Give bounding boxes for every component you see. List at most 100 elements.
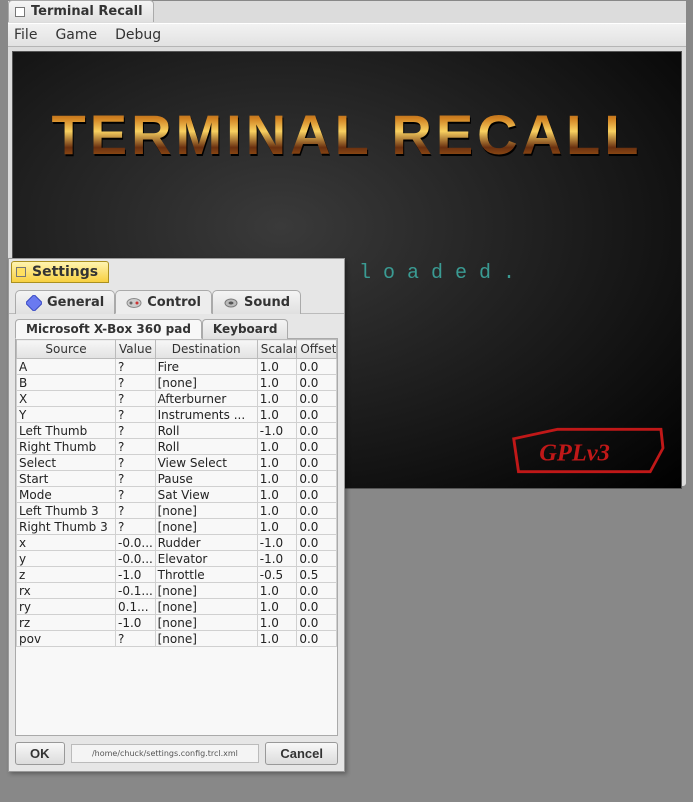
- cell-scalar[interactable]: 1.0: [257, 439, 297, 455]
- col-value[interactable]: Value: [116, 340, 156, 359]
- cell-destination[interactable]: [none]: [155, 375, 257, 391]
- cell-value[interactable]: ?: [116, 439, 156, 455]
- cell-source[interactable]: Select: [17, 455, 116, 471]
- table-row[interactable]: ry0.1...[none]1.00.0: [17, 599, 337, 615]
- col-scalar[interactable]: Scalar: [257, 340, 297, 359]
- cell-offset[interactable]: 0.0: [297, 487, 337, 503]
- cell-value[interactable]: ?: [116, 391, 156, 407]
- cell-offset[interactable]: 0.0: [297, 471, 337, 487]
- table-row[interactable]: Right Thumb?Roll1.00.0: [17, 439, 337, 455]
- menu-game[interactable]: Game: [55, 27, 97, 43]
- cell-scalar[interactable]: 1.0: [257, 487, 297, 503]
- cell-offset[interactable]: 0.0: [297, 391, 337, 407]
- table-row[interactable]: z-1.0Throttle-0.50.5: [17, 567, 337, 583]
- cell-value[interactable]: ?: [116, 487, 156, 503]
- cell-destination[interactable]: Instruments ...: [155, 407, 257, 423]
- cell-offset[interactable]: 0.0: [297, 375, 337, 391]
- cell-offset[interactable]: 0.0: [297, 631, 337, 647]
- cell-scalar[interactable]: 1.0: [257, 391, 297, 407]
- cell-destination[interactable]: Rudder: [155, 535, 257, 551]
- cell-source[interactable]: y: [17, 551, 116, 567]
- cell-scalar[interactable]: 1.0: [257, 615, 297, 631]
- col-source[interactable]: Source: [17, 340, 116, 359]
- cell-destination[interactable]: Sat View: [155, 487, 257, 503]
- cell-source[interactable]: z: [17, 567, 116, 583]
- cell-destination[interactable]: Pause: [155, 471, 257, 487]
- cell-destination[interactable]: View Select: [155, 455, 257, 471]
- cell-offset[interactable]: 0.0: [297, 519, 337, 535]
- cell-scalar[interactable]: -1.0: [257, 551, 297, 567]
- cell-scalar[interactable]: 1.0: [257, 471, 297, 487]
- table-row[interactable]: Left Thumb 3?[none]1.00.0: [17, 503, 337, 519]
- cell-source[interactable]: Right Thumb: [17, 439, 116, 455]
- tab-sound[interactable]: Sound: [212, 290, 301, 314]
- col-destination[interactable]: Destination: [155, 340, 257, 359]
- table-row[interactable]: rx-0.1...[none]1.00.0: [17, 583, 337, 599]
- cell-source[interactable]: x: [17, 535, 116, 551]
- cell-scalar[interactable]: 1.0: [257, 599, 297, 615]
- cancel-button[interactable]: Cancel: [265, 742, 338, 765]
- cell-offset[interactable]: 0.0: [297, 359, 337, 375]
- cell-destination[interactable]: [none]: [155, 519, 257, 535]
- tab-xbox-pad[interactable]: Microsoft X-Box 360 pad: [15, 319, 202, 339]
- cell-offset[interactable]: 0.0: [297, 439, 337, 455]
- cell-source[interactable]: Right Thumb 3: [17, 519, 116, 535]
- cell-offset[interactable]: 0.0: [297, 503, 337, 519]
- cell-destination[interactable]: Throttle: [155, 567, 257, 583]
- cell-destination[interactable]: Elevator: [155, 551, 257, 567]
- cell-source[interactable]: A: [17, 359, 116, 375]
- cell-value[interactable]: ?: [116, 519, 156, 535]
- cell-scalar[interactable]: 1.0: [257, 375, 297, 391]
- cell-destination[interactable]: [none]: [155, 583, 257, 599]
- cell-source[interactable]: rz: [17, 615, 116, 631]
- main-window-titlebar[interactable]: Terminal Recall: [8, 0, 154, 22]
- cell-scalar[interactable]: -0.5: [257, 567, 297, 583]
- cell-source[interactable]: X: [17, 391, 116, 407]
- cell-value[interactable]: ?: [116, 359, 156, 375]
- cell-source[interactable]: Mode: [17, 487, 116, 503]
- tab-control[interactable]: Control: [115, 290, 212, 314]
- cell-value[interactable]: -1.0: [116, 567, 156, 583]
- cell-scalar[interactable]: 1.0: [257, 503, 297, 519]
- tab-general[interactable]: General: [15, 290, 115, 314]
- menu-file[interactable]: File: [14, 27, 37, 43]
- cell-value[interactable]: ?: [116, 471, 156, 487]
- cell-value[interactable]: ?: [116, 503, 156, 519]
- cell-scalar[interactable]: 1.0: [257, 407, 297, 423]
- settings-window-titlebar[interactable]: Settings: [11, 261, 109, 283]
- cell-source[interactable]: B: [17, 375, 116, 391]
- cell-value[interactable]: -1.0: [116, 615, 156, 631]
- cell-value[interactable]: ?: [116, 407, 156, 423]
- cell-destination[interactable]: Roll: [155, 423, 257, 439]
- table-row[interactable]: A?Fire1.00.0: [17, 359, 337, 375]
- table-row[interactable]: Mode?Sat View1.00.0: [17, 487, 337, 503]
- cell-destination[interactable]: [none]: [155, 503, 257, 519]
- cell-destination[interactable]: [none]: [155, 615, 257, 631]
- cell-offset[interactable]: 0.5: [297, 567, 337, 583]
- cell-destination[interactable]: Fire: [155, 359, 257, 375]
- cell-offset[interactable]: 0.0: [297, 551, 337, 567]
- cell-source[interactable]: ry: [17, 599, 116, 615]
- table-row[interactable]: Left Thumb?Roll-1.00.0: [17, 423, 337, 439]
- cell-value[interactable]: -0.1...: [116, 583, 156, 599]
- cell-source[interactable]: Left Thumb: [17, 423, 116, 439]
- cell-source[interactable]: Y: [17, 407, 116, 423]
- table-row[interactable]: Select?View Select1.00.0: [17, 455, 337, 471]
- table-row[interactable]: B?[none]1.00.0: [17, 375, 337, 391]
- cell-value[interactable]: 0.1...: [116, 599, 156, 615]
- cell-scalar[interactable]: 1.0: [257, 359, 297, 375]
- table-row[interactable]: x-0.0...Rudder-1.00.0: [17, 535, 337, 551]
- cell-scalar[interactable]: 1.0: [257, 455, 297, 471]
- cell-scalar[interactable]: -1.0: [257, 535, 297, 551]
- cell-scalar[interactable]: 1.0: [257, 583, 297, 599]
- cell-offset[interactable]: 0.0: [297, 455, 337, 471]
- table-row[interactable]: pov?[none]1.00.0: [17, 631, 337, 647]
- cell-value[interactable]: -0.0...: [116, 535, 156, 551]
- cell-source[interactable]: pov: [17, 631, 116, 647]
- ok-button[interactable]: OK: [15, 742, 65, 765]
- cell-value[interactable]: ?: [116, 423, 156, 439]
- cell-offset[interactable]: 0.0: [297, 423, 337, 439]
- cell-offset[interactable]: 0.0: [297, 599, 337, 615]
- cell-value[interactable]: -0.0...: [116, 551, 156, 567]
- cell-offset[interactable]: 0.0: [297, 535, 337, 551]
